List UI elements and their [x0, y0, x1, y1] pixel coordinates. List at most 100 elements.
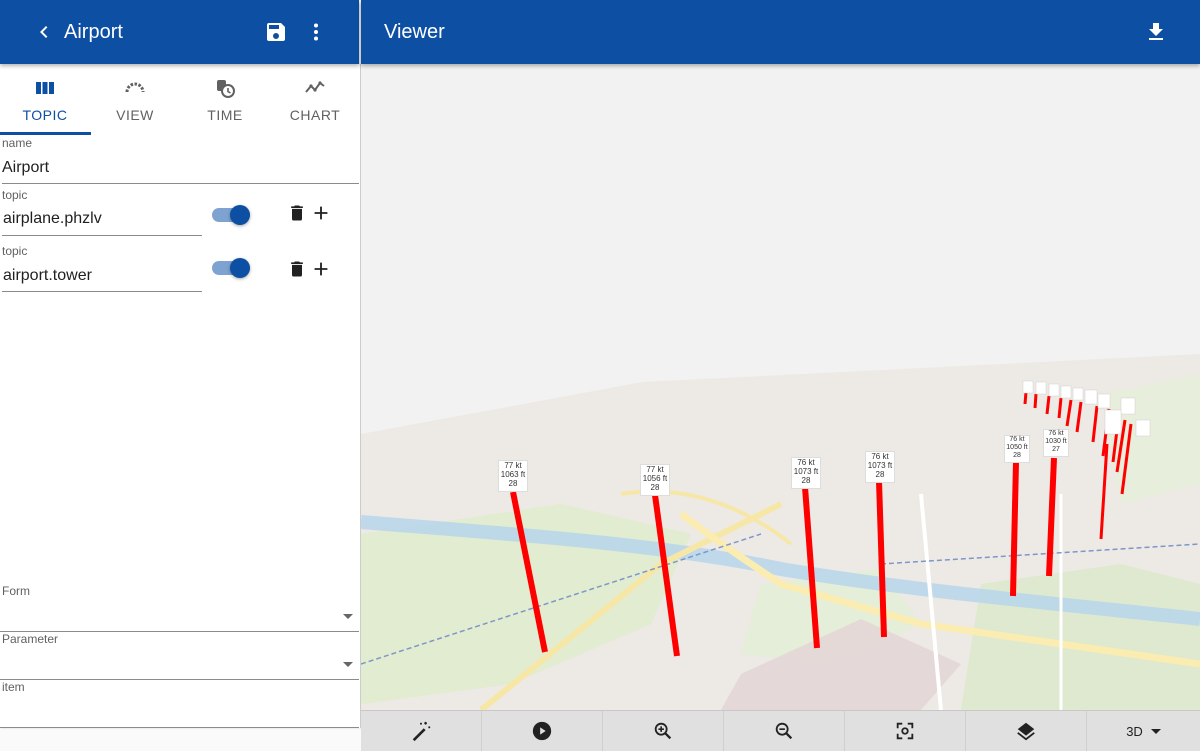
topic-1-field[interactable]: airplane.phzlv [3, 210, 102, 228]
tab-chart-label: CHART [289, 107, 341, 123]
tab-topic[interactable]: TOPIC [0, 64, 90, 136]
center-focus-icon [896, 722, 914, 740]
topic-2-toggle[interactable] [212, 258, 252, 278]
topic-1-underline [2, 235, 202, 236]
more-options-button[interactable] [302, 18, 330, 46]
chevron-left-icon [40, 26, 48, 38]
tab-time[interactable]: TIME [180, 64, 270, 136]
name-field[interactable]: Airport [2, 159, 49, 177]
topic-1-delete-button[interactable] [286, 201, 308, 225]
topic-2-underline [2, 291, 202, 292]
view-mode-select[interactable]: 3D [1087, 711, 1200, 751]
config-panel: TOPIC VIEW TIME CHART name Airport topic… [0, 64, 361, 728]
tab-topic-label: TOPIC [22, 107, 68, 123]
topic-1-label: topic [2, 188, 28, 202]
tab-view-label: VIEW [116, 107, 154, 123]
label-number: 28 [801, 476, 811, 485]
topic-2-label: topic [2, 244, 28, 258]
label-speed: 76 kt [797, 458, 815, 467]
track-label: 76 kt 1030 ft 27 [1043, 429, 1069, 457]
label-speed: 76 kt [1009, 436, 1025, 443]
panel-title: Airport [64, 21, 123, 43]
label-number: 28 [650, 483, 660, 492]
topic-2-add-button[interactable] [310, 257, 332, 281]
time-history-icon [217, 80, 235, 98]
topic-2-delete-button[interactable] [286, 257, 308, 281]
label-speed: 76 kt [1048, 430, 1064, 437]
toggle-knob [230, 205, 250, 225]
delete-icon [291, 205, 303, 221]
track-bar [1010, 461, 1019, 597]
name-field-underline [2, 183, 359, 184]
topic-1-toggle[interactable] [212, 205, 252, 225]
label-number: 28 [508, 479, 518, 488]
label-number: 28 [1013, 452, 1021, 459]
zoom-in-icon [654, 722, 672, 740]
magic-wand-button[interactable] [361, 711, 482, 751]
label-number: 28 [875, 470, 885, 479]
label-altitude: 1030 ft [1045, 438, 1067, 445]
label-number: 27 [1052, 446, 1060, 453]
parameter-underline [0, 679, 359, 680]
item-underline [0, 727, 359, 728]
dropdown-arrow-icon [1150, 728, 1161, 734]
label-altitude: 1050 ft [1006, 444, 1028, 451]
label-altitude: 1073 ft [793, 467, 819, 476]
play-button[interactable] [482, 711, 603, 751]
viewer-app-bar: Viewer [361, 0, 1200, 64]
zoom-in-button[interactable] [603, 711, 724, 751]
viewer-title: Viewer [384, 21, 445, 43]
track-label: 77 kt 1056 ft 28 [640, 464, 670, 496]
toggle-knob [230, 258, 250, 278]
form-select[interactable] [0, 600, 359, 630]
label-altitude: 1056 ft [642, 474, 668, 483]
download-button[interactable] [1142, 18, 1170, 46]
view-mode-value: 3D [1126, 723, 1143, 739]
back-button[interactable] [30, 18, 58, 46]
delete-icon [291, 261, 303, 277]
form-label: Form [2, 584, 30, 598]
add-icon [314, 206, 328, 220]
track-label: 76 kt 1073 ft 28 [791, 457, 821, 489]
name-field-label: name [2, 136, 33, 150]
map-viewer[interactable]: 77 kt 1063 ft 28 77 kt 1056 ft 28 76 kt … [361, 64, 1200, 710]
tab-chart[interactable]: CHART [270, 64, 360, 136]
topic-2-field[interactable]: airport.tower [3, 267, 92, 285]
track-label: 77 kt 1063 ft 28 [498, 460, 528, 492]
tab-time-label: TIME [207, 107, 243, 123]
columns-icon [36, 82, 54, 94]
more-vert-icon [314, 23, 318, 41]
layers-button[interactable] [966, 711, 1087, 751]
item-label: item [2, 680, 25, 694]
item-field[interactable] [2, 700, 352, 720]
zoom-out-icon [775, 722, 793, 740]
dropdown-arrow-icon [343, 614, 353, 619]
left-app-bar: Airport [0, 0, 359, 64]
active-tab-indicator [0, 132, 91, 135]
gauge-icon [125, 82, 145, 93]
map-3d-scene[interactable] [361, 64, 1200, 710]
tab-view[interactable]: VIEW [90, 64, 180, 136]
save-button[interactable] [262, 18, 290, 46]
magic-wand-icon [412, 721, 431, 742]
zoom-out-button[interactable] [724, 711, 845, 751]
label-speed: 76 kt [871, 452, 889, 461]
add-icon [314, 262, 328, 276]
center-focus-button[interactable] [845, 711, 966, 751]
line-chart-icon [305, 81, 325, 93]
track-label: 76 kt 1050 ft 28 [1004, 435, 1030, 463]
layers-icon [1017, 722, 1035, 741]
parameter-select[interactable] [0, 648, 359, 678]
play-icon [532, 721, 552, 741]
track-label: 76 kt 1073 ft 28 [865, 451, 895, 483]
save-icon [267, 23, 285, 41]
topic-1-add-button[interactable] [310, 201, 332, 225]
download-icon [1149, 23, 1163, 40]
label-altitude: 1073 ft [867, 461, 893, 470]
viewer-toolbar: 3D [361, 710, 1200, 751]
label-speed: 77 kt [504, 461, 522, 470]
dropdown-arrow-icon [343, 662, 353, 667]
label-speed: 77 kt [646, 465, 664, 474]
parameter-label: Parameter [2, 632, 59, 646]
label-altitude: 1063 ft [500, 470, 526, 479]
